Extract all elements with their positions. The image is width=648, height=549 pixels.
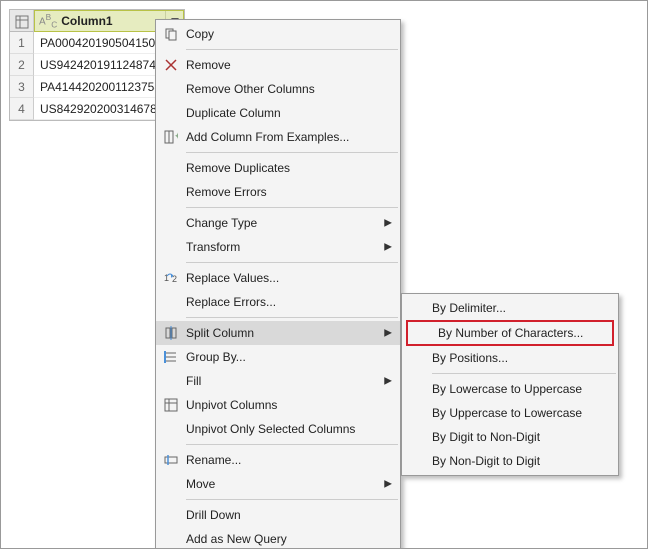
menu-copy[interactable]: Copy xyxy=(156,22,400,46)
column-name: Column1 xyxy=(61,14,112,28)
menu-fill[interactable]: Fill ▶ xyxy=(156,369,400,393)
row-index: 3 xyxy=(10,76,34,98)
menu-remove-other-columns[interactable]: Remove Other Columns xyxy=(156,77,400,101)
app-frame: ABC Column1 1 PA000420190504150 2 US9424… xyxy=(0,0,648,549)
submenu-arrow-icon: ▶ xyxy=(384,376,392,387)
menu-move[interactable]: Move ▶ xyxy=(156,472,400,496)
menu-separator xyxy=(186,262,398,263)
submenu-by-delimiter[interactable]: By Delimiter... xyxy=(402,296,618,320)
menu-separator xyxy=(432,373,616,374)
menu-separator xyxy=(186,499,398,500)
menu-split-column[interactable]: Split Column ▶ xyxy=(156,321,400,345)
submenu-by-lowercase-to-uppercase[interactable]: By Lowercase to Uppercase xyxy=(402,377,618,401)
submenu-arrow-icon: ▶ xyxy=(384,218,392,229)
submenu-by-positions[interactable]: By Positions... xyxy=(402,346,618,370)
rename-icon xyxy=(156,454,186,466)
submenu-arrow-icon: ▶ xyxy=(384,479,392,490)
menu-transform[interactable]: Transform ▶ xyxy=(156,235,400,259)
menu-add-column-from-examples[interactable]: ✦ Add Column From Examples... xyxy=(156,125,400,149)
group-by-icon xyxy=(156,351,186,363)
row-index: 1 xyxy=(10,32,34,54)
split-column-icon xyxy=(156,326,186,340)
submenu-by-digit-to-nondigit[interactable]: By Digit to Non-Digit xyxy=(402,425,618,449)
svg-text:✦: ✦ xyxy=(174,131,178,141)
menu-unpivot-only-selected[interactable]: Unpivot Only Selected Columns xyxy=(156,417,400,441)
submenu-by-number-of-characters[interactable]: By Number of Characters... xyxy=(408,322,612,344)
remove-icon xyxy=(156,59,186,71)
menu-unpivot-columns[interactable]: Unpivot Columns xyxy=(156,393,400,417)
menu-drill-down[interactable]: Drill Down xyxy=(156,503,400,527)
highlight-annotation: By Number of Characters... xyxy=(406,320,614,346)
menu-separator xyxy=(186,49,398,50)
split-column-submenu: By Delimiter... By Number of Characters.… xyxy=(401,293,619,476)
table-icon xyxy=(15,15,29,29)
menu-add-as-new-query[interactable]: Add as New Query xyxy=(156,527,400,549)
menu-replace-values[interactable]: 12 Replace Values... xyxy=(156,266,400,290)
menu-separator xyxy=(186,317,398,318)
menu-rename[interactable]: Rename... xyxy=(156,448,400,472)
context-menu: Copy Remove Remove Other Columns Duplica… xyxy=(155,19,401,549)
menu-replace-errors[interactable]: Replace Errors... xyxy=(156,290,400,314)
menu-remove-duplicates[interactable]: Remove Duplicates xyxy=(156,156,400,180)
submenu-by-nondigit-to-digit[interactable]: By Non-Digit to Digit xyxy=(402,449,618,473)
add-column-icon: ✦ xyxy=(156,130,186,144)
row-index: 2 xyxy=(10,54,34,76)
submenu-by-uppercase-to-lowercase[interactable]: By Uppercase to Lowercase xyxy=(402,401,618,425)
submenu-arrow-icon: ▶ xyxy=(384,242,392,253)
menu-separator xyxy=(186,152,398,153)
menu-group-by[interactable]: Group By... xyxy=(156,345,400,369)
menu-remove[interactable]: Remove xyxy=(156,53,400,77)
menu-remove-errors[interactable]: Remove Errors xyxy=(156,180,400,204)
copy-icon xyxy=(156,27,186,41)
menu-separator xyxy=(186,207,398,208)
unpivot-icon xyxy=(156,398,186,412)
table-corner-icon[interactable] xyxy=(10,10,34,32)
column-type-icon: ABC xyxy=(39,12,57,29)
menu-separator xyxy=(186,444,398,445)
replace-values-icon: 12 xyxy=(156,272,186,284)
row-index: 4 xyxy=(10,98,34,120)
menu-change-type[interactable]: Change Type ▶ xyxy=(156,211,400,235)
submenu-arrow-icon: ▶ xyxy=(384,328,392,339)
menu-duplicate-column[interactable]: Duplicate Column xyxy=(156,101,400,125)
